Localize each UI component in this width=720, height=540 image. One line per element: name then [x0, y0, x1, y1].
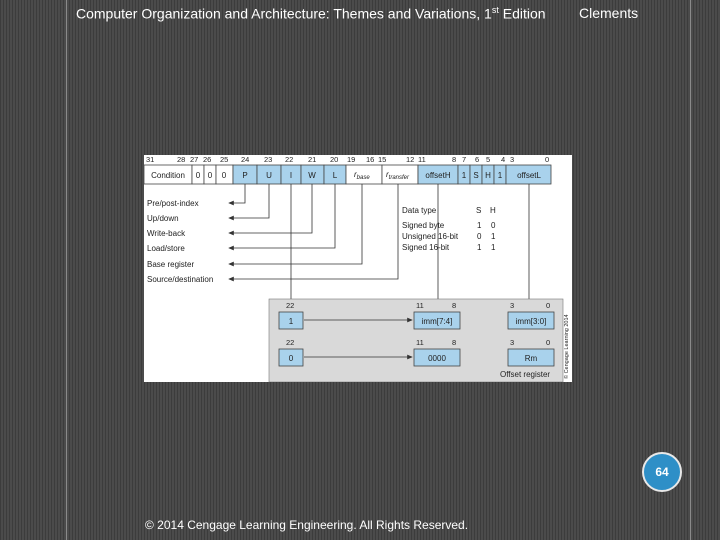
bit-22: 22	[285, 155, 293, 164]
i-label: I	[290, 171, 292, 180]
row1-i-value: 1	[289, 317, 294, 326]
label-base-register: Base register	[147, 260, 194, 269]
u-label: U	[266, 171, 272, 180]
bit-12: 12	[406, 155, 414, 164]
instruction-word: Condition 0 0 0 P U I W L offsetH 1 S H …	[143, 164, 552, 185]
bit-11: 11	[418, 155, 426, 164]
row1-imm-low: imm[3:0]	[516, 317, 547, 326]
bit-24: 24	[241, 155, 249, 164]
zero-label-3: 0	[222, 171, 227, 180]
label-source-destination: Source/destination	[147, 275, 213, 284]
row2-bit-0: 0	[546, 338, 550, 347]
table-header-h: H	[490, 206, 496, 215]
table-header-s: S	[476, 206, 481, 215]
row1-bit-11: 11	[416, 301, 424, 310]
title-tail: Edition	[498, 5, 546, 22]
bit-20: 20	[330, 155, 338, 164]
right-border-line	[690, 0, 691, 540]
bit-position-row: 31 28 27 26 25 24 23 22 21 20 19 16 15 1…	[146, 155, 549, 164]
bit-23: 23	[264, 155, 272, 164]
row1-bit-3: 3	[510, 301, 514, 310]
table-row-1-type: Signed byte	[402, 221, 445, 230]
label-write-back: Write-back	[147, 229, 186, 238]
table-row-3-s: 1	[477, 243, 482, 252]
bit-19: 19	[347, 155, 355, 164]
table-row-3-type: Signed 16-bit	[402, 243, 450, 252]
label-pre-post-index: Pre/post-index	[147, 199, 199, 208]
row2-bit-22: 22	[286, 338, 294, 347]
table-row-2-s: 0	[477, 232, 482, 241]
figure-copyright-vertical: © Cengage Learning 2014	[563, 314, 570, 379]
title-superscript: st	[491, 5, 499, 15]
row2-bit-8: 8	[452, 338, 456, 347]
instruction-format-figure: 31 28 27 26 25 24 23 22 21 20 19 16 15 1…	[143, 155, 572, 383]
bit-25: 25	[220, 155, 228, 164]
table-row-2-h: 1	[491, 232, 496, 241]
row2-zero: 0000	[428, 354, 446, 363]
condition-label: Condition	[151, 171, 185, 180]
zero-label-1: 0	[196, 171, 201, 180]
slide-header-author: Clements	[579, 5, 639, 21]
bit-4: 4	[501, 155, 505, 164]
h-label: H	[485, 171, 491, 180]
bit-21: 21	[308, 155, 316, 164]
s-label: S	[473, 171, 478, 180]
row2-bit-11: 11	[416, 338, 424, 347]
bit-28: 28	[177, 155, 185, 164]
bit-6: 6	[475, 155, 479, 164]
row1-imm-high: imm[7:4]	[422, 317, 453, 326]
table-row-2-type: Unsigned 16-bit	[402, 232, 459, 241]
bit-7: 7	[462, 155, 466, 164]
offset-register-caption: Offset register	[500, 370, 550, 379]
row1-bit-0: 0	[546, 301, 550, 310]
bit-8: 8	[452, 155, 456, 164]
w-label: W	[308, 171, 316, 180]
offset-box: 22 11 8 3 0 22 11 8 3 0 1 imm[7:4] imm[3…	[268, 298, 564, 383]
table-row-3-h: 1	[491, 243, 496, 252]
table-row-1-s: 1	[477, 221, 482, 230]
row1-bit-22: 22	[286, 301, 294, 310]
one-b-label: 1	[498, 171, 503, 180]
row2-i-value: 0	[289, 354, 294, 363]
bit-16: 16	[366, 155, 374, 164]
label-load-store: Load/store	[147, 244, 185, 253]
p-label: P	[242, 171, 247, 180]
bit-0: 0	[545, 155, 549, 164]
offsetL-label: offsetL	[517, 171, 541, 180]
left-border-line	[66, 0, 67, 540]
table-header-data-type: Data type	[402, 206, 437, 215]
table-row-1-h: 0	[491, 221, 496, 230]
bit-15: 15	[378, 155, 386, 164]
bit-5: 5	[486, 155, 490, 164]
slide-header-title: Computer Organization and Architecture: …	[76, 5, 546, 22]
bit-26: 26	[203, 155, 211, 164]
row2-rm: Rm	[525, 354, 538, 363]
label-up-down: Up/down	[147, 214, 179, 223]
instruction-format-diagram: 31 28 27 26 25 24 23 22 21 20 19 16 15 1…	[143, 155, 572, 383]
title-main: Computer Organization and Architecture: …	[76, 5, 492, 22]
zero-label-2: 0	[208, 171, 213, 180]
l-label: L	[333, 171, 338, 180]
bit-3: 3	[510, 155, 514, 164]
page-number-badge: 64	[642, 452, 682, 492]
footer-copyright: © 2014 Cengage Learning Engineering. All…	[145, 518, 469, 532]
row1-bit-8: 8	[452, 301, 456, 310]
one-a-label: 1	[462, 171, 467, 180]
bit-27: 27	[190, 155, 198, 164]
bit-31: 31	[146, 155, 154, 164]
offsetH-label: offsetH	[425, 171, 450, 180]
row2-bit-3: 3	[510, 338, 514, 347]
